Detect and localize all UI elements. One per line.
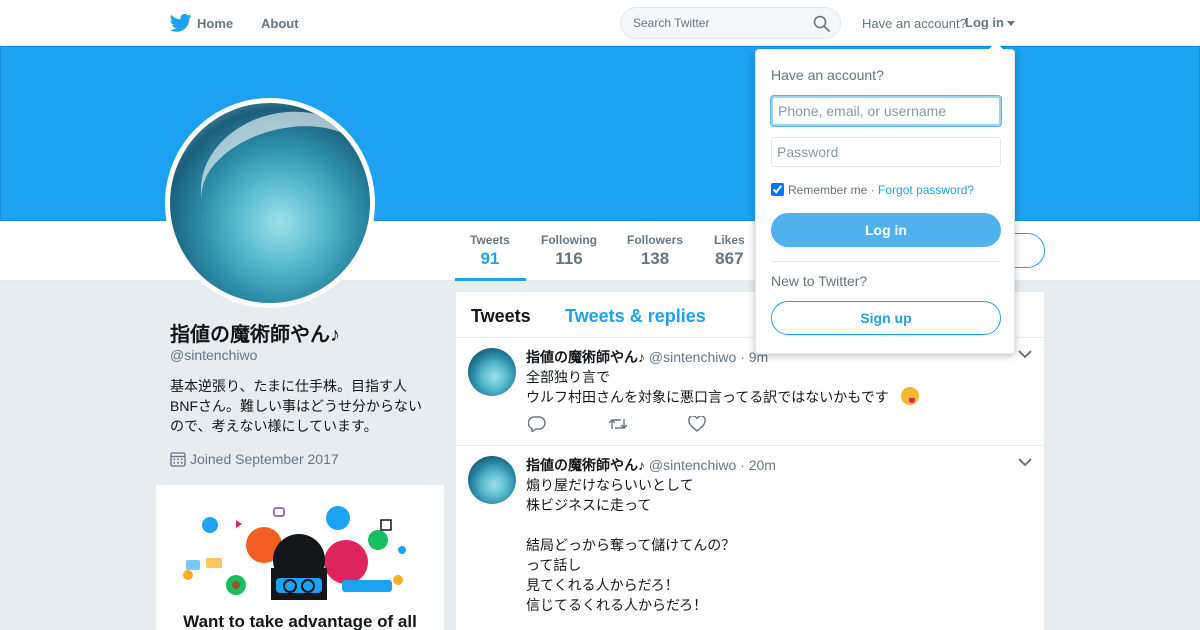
- tweet-timestamp[interactable]: 20m: [749, 457, 776, 473]
- dropdown-title: Have an account?: [771, 67, 884, 83]
- profile-name[interactable]: 指値の魔術師やん♪: [170, 318, 340, 347]
- search-icon[interactable]: [813, 15, 830, 32]
- promo-title: Want to take advantage of all: [183, 612, 417, 630]
- stat-value: 91: [480, 249, 500, 268]
- tweet-avatar[interactable]: [468, 456, 516, 504]
- stat-tweets[interactable]: Tweets 91: [470, 233, 510, 269]
- profile-joined: Joined September 2017: [170, 451, 339, 467]
- password-field[interactable]: [771, 137, 1001, 167]
- remember-separator: ·: [867, 183, 879, 197]
- chevron-down-icon[interactable]: [1018, 350, 1032, 359]
- username-field[interactable]: [770, 95, 1002, 127]
- tweet-author-name[interactable]: 指値の魔術師やん♪: [526, 349, 645, 365]
- tweet-time-separator: ·: [740, 349, 745, 365]
- like-heart-icon[interactable]: [688, 416, 706, 432]
- signup-button[interactable]: Sign up: [771, 301, 1001, 335]
- nav-home-link[interactable]: Home: [197, 16, 233, 31]
- promo-illustration: [183, 506, 406, 600]
- calendar-icon: [170, 452, 186, 467]
- tweet-text-line: 全部独り言で: [526, 369, 610, 385]
- nav-about-link[interactable]: About: [261, 16, 299, 31]
- profile-bio: 基本逆張り、たまに仕手株。目指す人BNFさん。難しい事はどうせ分からないので、考…: [170, 378, 422, 434]
- tweet-header: 指値の魔術師やん♪ @sintenchiwo · 20m: [526, 455, 776, 475]
- have-account-text: Have an account?: [862, 16, 967, 31]
- stat-label: Tweets: [470, 233, 510, 247]
- stat-following[interactable]: Following 116: [541, 233, 597, 269]
- login-dropdown: Have an account? Remember me · Forgot pa…: [755, 42, 1015, 354]
- joined-date: Joined September 2017: [190, 451, 339, 467]
- tweet-author-handle[interactable]: @sintenchiwo: [649, 457, 736, 473]
- caret-down-icon[interactable]: [1007, 21, 1015, 26]
- stat-value: 867: [715, 249, 744, 268]
- tweet-author-handle[interactable]: @sintenchiwo: [649, 349, 736, 365]
- login-dropdown-toggle[interactable]: Log in: [965, 15, 1004, 30]
- search-input[interactable]: [633, 16, 803, 30]
- tweet-author-name[interactable]: 指値の魔術師やん♪: [526, 457, 645, 473]
- tweet-time-separator: ·: [740, 457, 745, 473]
- stat-value: 138: [640, 249, 670, 268]
- profile-avatar[interactable]: [165, 98, 375, 308]
- tweet-text-line: ウルフ村田さんを対象に悪口言ってる訳ではないかもです: [526, 389, 889, 405]
- retweet-icon[interactable]: [608, 416, 628, 432]
- remember-me-checkbox[interactable]: [771, 183, 784, 196]
- reply-icon[interactable]: [528, 416, 546, 432]
- top-nav: Home About Have an account? Log in: [0, 0, 1200, 46]
- tweet-item[interactable]: 指値の魔術師やん♪ @sintenchiwo · 20m 煽り屋だけならいいとし…: [456, 446, 1044, 630]
- tweet-avatar[interactable]: [468, 348, 516, 396]
- forgot-password-link[interactable]: Forgot password?: [878, 183, 974, 197]
- stat-label: Likes: [714, 233, 745, 247]
- active-stat-indicator: [455, 278, 526, 281]
- winking-tongue-emoji-icon: [900, 387, 919, 405]
- chevron-down-icon[interactable]: [1018, 458, 1032, 467]
- promo-card: Want to take advantage of all: [156, 485, 444, 630]
- search-box: [620, 7, 841, 39]
- new-to-twitter-text: New to Twitter?: [771, 273, 868, 289]
- tweet-text: 全部独り言で ウルフ村田さんを対象に悪口言ってる訳ではないかもです: [526, 367, 919, 407]
- profile-handle[interactable]: @sintenchiwo: [170, 347, 257, 363]
- dropdown-divider: [771, 261, 1001, 262]
- tab-tweets[interactable]: Tweets: [471, 306, 531, 327]
- tweet-header: 指値の魔術師やん♪ @sintenchiwo · 9m: [526, 347, 768, 367]
- remember-me-label[interactable]: Remember me: [788, 183, 867, 197]
- stat-likes[interactable]: Likes 867: [714, 233, 745, 269]
- remember-row: Remember me · Forgot password?: [771, 183, 974, 197]
- tweet-text: 煽り屋だけならいいとして 株ビジネスに走って 結局どっから奪って儲けてんの？ っ…: [526, 477, 736, 613]
- stat-label: Followers: [627, 233, 684, 247]
- twitter-logo-icon[interactable]: [170, 13, 192, 33]
- stat-followers[interactable]: Followers 138: [627, 233, 683, 269]
- tweet-item[interactable]: 指値の魔術師やん♪ @sintenchiwo · 9m 全部独り言で ウルフ村田…: [456, 338, 1044, 446]
- login-button[interactable]: Log in: [771, 213, 1001, 247]
- stat-value: 116: [555, 249, 583, 268]
- avatar-image: [170, 103, 370, 303]
- stat-label: Following: [541, 233, 597, 247]
- tab-tweets-replies[interactable]: Tweets & replies: [565, 306, 706, 327]
